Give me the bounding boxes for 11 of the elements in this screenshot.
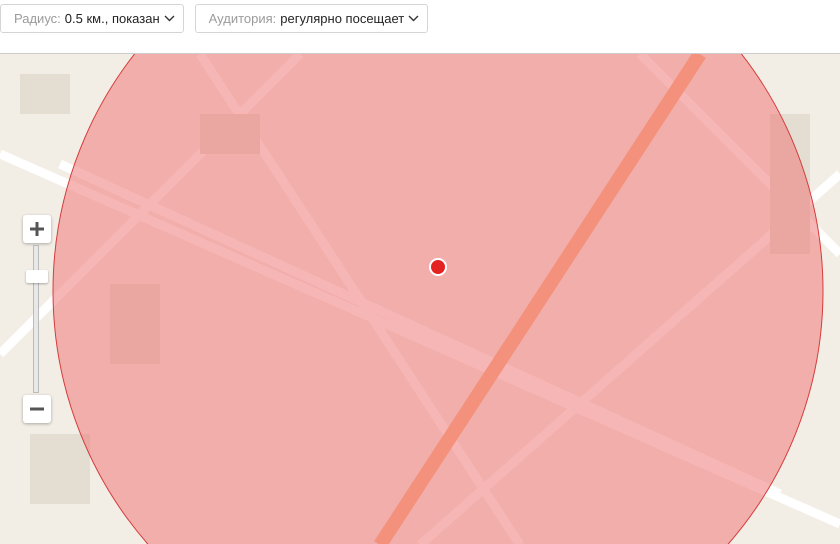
zoom-in-button[interactable] — [23, 215, 51, 243]
caret-icon — [408, 15, 420, 22]
caret-icon — [164, 15, 175, 22]
zoom-slider-handle[interactable] — [26, 270, 48, 283]
audience-dropdown[interactable]: Аудитория: регулярно посещает — [194, 4, 428, 33]
radius-dropdown[interactable]: Радиус: 0.5 км., показан — [0, 4, 184, 33]
location-marker — [429, 258, 447, 276]
minus-icon — [30, 407, 44, 411]
zoom-out-button[interactable] — [23, 395, 51, 423]
zoom-slider[interactable] — [25, 245, 49, 393]
plus-icon — [30, 222, 44, 236]
